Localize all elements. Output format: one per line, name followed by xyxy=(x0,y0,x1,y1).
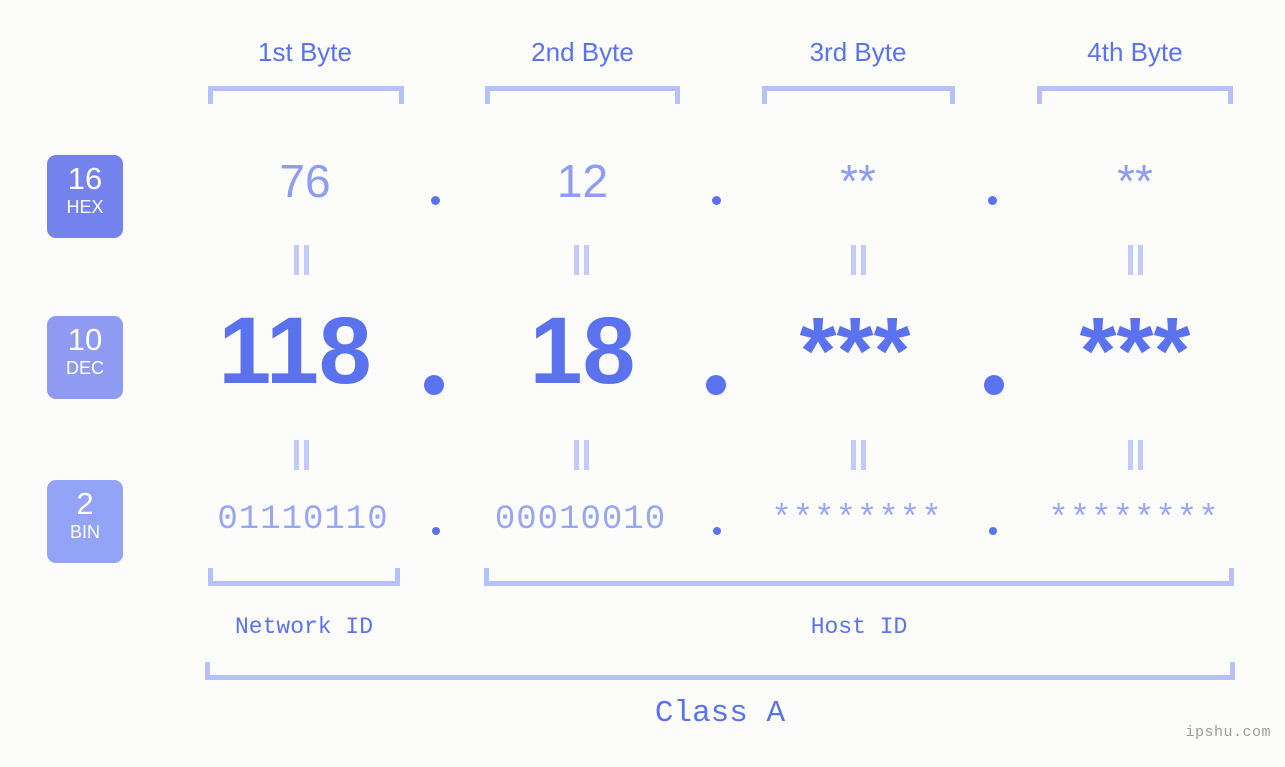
hex-byte-4: ** xyxy=(1117,155,1153,207)
host-id-bracket xyxy=(484,568,1234,586)
dec-separator-dot-1 xyxy=(424,375,444,395)
class-label: Class A xyxy=(654,696,786,731)
hex-separator-dot-1 xyxy=(431,196,440,205)
network-id-label: Network ID xyxy=(234,614,374,640)
radix-badge-dec-number: 10 xyxy=(67,322,103,357)
radix-badge-hex-number: 16 xyxy=(67,161,103,196)
dec-byte-2: 18 xyxy=(529,298,636,404)
radix-badge-bin: 2 BIN xyxy=(47,480,123,563)
dec-separator-dot-3 xyxy=(984,375,1004,395)
bin-byte-3: ******** xyxy=(771,501,943,539)
dec-separator-dot-2 xyxy=(706,375,726,395)
dec-byte-1: 118 xyxy=(218,298,372,404)
dec-byte-3: *** xyxy=(799,298,911,404)
hex-separator-dot-2 xyxy=(712,196,721,205)
equality-mark-dec-bin-4 xyxy=(1128,440,1143,470)
equality-mark-hex-dec-3 xyxy=(851,245,866,275)
equality-mark-dec-bin-2 xyxy=(574,440,589,470)
ip-address-breakdown-diagram: 1st Byte 2nd Byte 3rd Byte 4th Byte 16 H… xyxy=(0,0,1285,767)
byte-header-1: 1st Byte xyxy=(258,37,352,67)
radix-badge-dec: 10 DEC xyxy=(47,316,123,399)
hex-byte-2: 12 xyxy=(556,155,609,207)
equality-mark-hex-dec-4 xyxy=(1128,245,1143,275)
bin-byte-2: 00010010 xyxy=(494,501,667,539)
bin-byte-1: 01110110 xyxy=(217,501,389,539)
byte-header-4: 4th Byte xyxy=(1087,37,1183,67)
bin-separator-dot-2 xyxy=(713,527,721,535)
byte-header-2: 2nd Byte xyxy=(531,37,634,67)
bin-byte-4: ******** xyxy=(1048,501,1220,539)
byte-bracket-top-4 xyxy=(1037,86,1233,104)
byte-bracket-top-2 xyxy=(485,86,680,104)
equality-mark-hex-dec-2 xyxy=(574,245,589,275)
network-id-bracket xyxy=(208,568,400,586)
dec-byte-4: *** xyxy=(1079,298,1191,404)
equality-mark-dec-bin-3 xyxy=(851,440,866,470)
radix-badge-bin-name: BIN xyxy=(69,522,100,542)
byte-header-3: 3rd Byte xyxy=(809,37,907,67)
radix-badge-bin-number: 2 xyxy=(76,486,94,521)
hex-byte-3: ** xyxy=(840,155,876,207)
byte-bracket-top-3 xyxy=(762,86,955,104)
radix-badge-hex-name: HEX xyxy=(66,197,104,217)
byte-bracket-top-1 xyxy=(208,86,404,104)
class-bracket xyxy=(205,662,1235,680)
equality-mark-hex-dec-1 xyxy=(294,245,309,275)
hex-byte-1: 76 xyxy=(279,155,331,207)
bin-separator-dot-3 xyxy=(989,527,997,535)
radix-badge-hex: 16 HEX xyxy=(47,155,123,238)
hex-separator-dot-3 xyxy=(988,196,997,205)
watermark: ipshu.com xyxy=(1185,724,1271,741)
host-id-label: Host ID xyxy=(810,614,908,640)
equality-mark-dec-bin-1 xyxy=(294,440,309,470)
bin-separator-dot-1 xyxy=(432,527,440,535)
radix-badge-dec-name: DEC xyxy=(65,358,104,378)
